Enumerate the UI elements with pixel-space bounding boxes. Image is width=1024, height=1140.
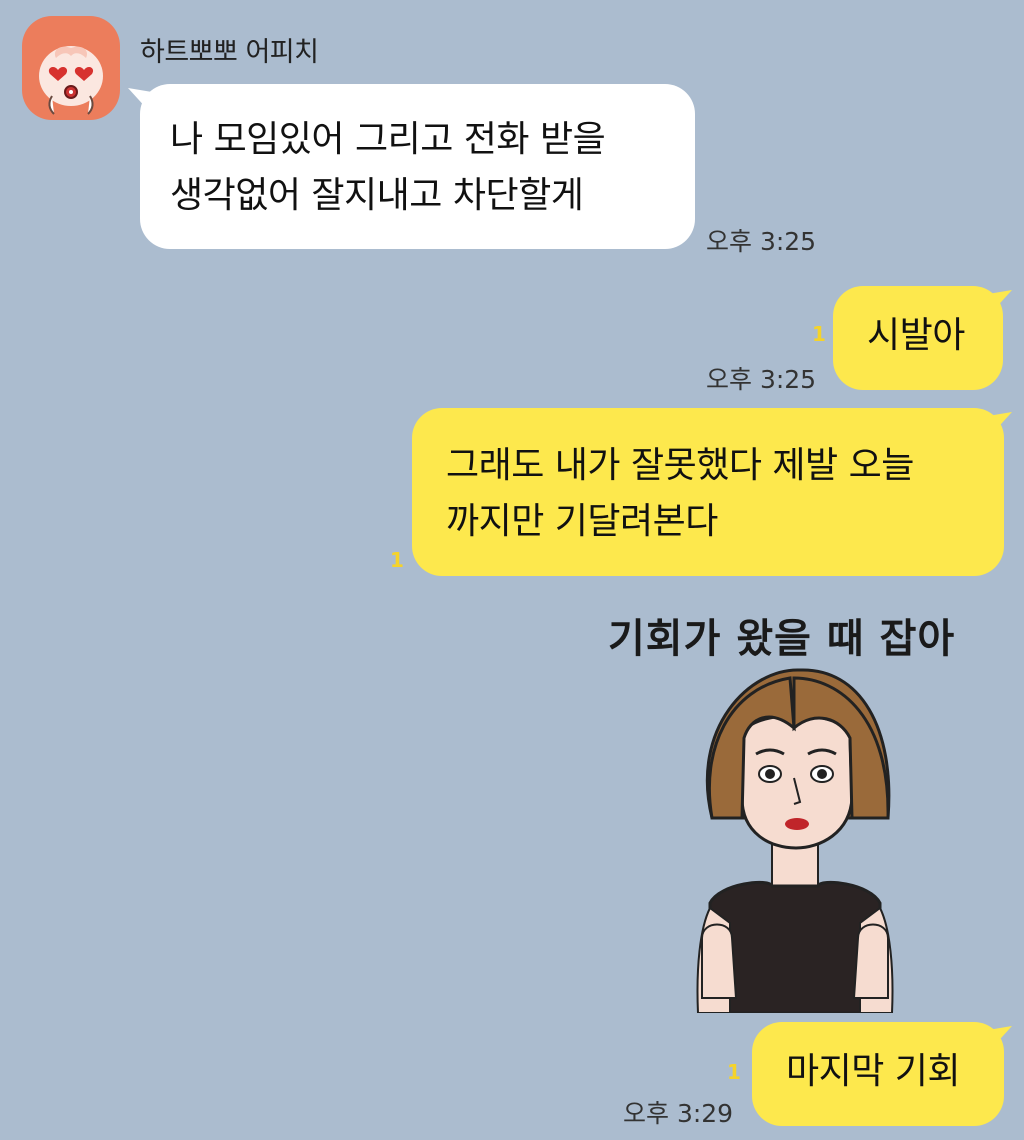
message-text-line: 까지만 기달려본다: [446, 501, 718, 542]
message-timestamp: 오후 3:25: [706, 227, 817, 256]
message-text-line: 마지막 기회: [786, 1051, 961, 1092]
sticker-caption: 기회가 왔을 때 잡아: [608, 616, 956, 662]
sticker-message[interactable]: [690, 668, 900, 1015]
message-bubble-incoming[interactable]: 나 모임있어 그리고 전화 받을 생각없어 잘지내고 차단할게: [140, 84, 695, 249]
bubble-tail: [988, 1026, 1012, 1048]
sender-name: 하트뽀뽀 어피치: [140, 37, 319, 68]
woman-sticker-icon: [696, 668, 894, 1015]
bubble-tail: [988, 290, 1012, 312]
message-text-line: 나 모임있어 그리고 전화 받을: [170, 119, 606, 160]
message-timestamp: 오후 3:25: [706, 365, 817, 394]
unread-count: 1: [390, 548, 404, 572]
message-timestamp: 오후 3:29: [623, 1099, 734, 1128]
message-text-line: 시발아: [867, 315, 965, 356]
bubble-tail: [128, 88, 152, 110]
message-text-line: 생각없어 잘지내고 차단할게: [170, 175, 584, 216]
message-bubble-outgoing[interactable]: 그래도 내가 잘못했다 제발 오늘 까지만 기달려본다: [412, 408, 1004, 576]
message-text-line: 그래도 내가 잘못했다 제발 오늘: [446, 445, 914, 486]
unread-count: 1: [727, 1060, 741, 1084]
peach-character-icon: [39, 46, 103, 115]
sender-avatar[interactable]: [22, 16, 120, 120]
bubble-tail: [988, 412, 1012, 434]
message-bubble-outgoing[interactable]: 시발아: [833, 286, 1003, 390]
message-bubble-outgoing[interactable]: 마지막 기회: [752, 1022, 1004, 1126]
unread-count: 1: [812, 322, 826, 346]
